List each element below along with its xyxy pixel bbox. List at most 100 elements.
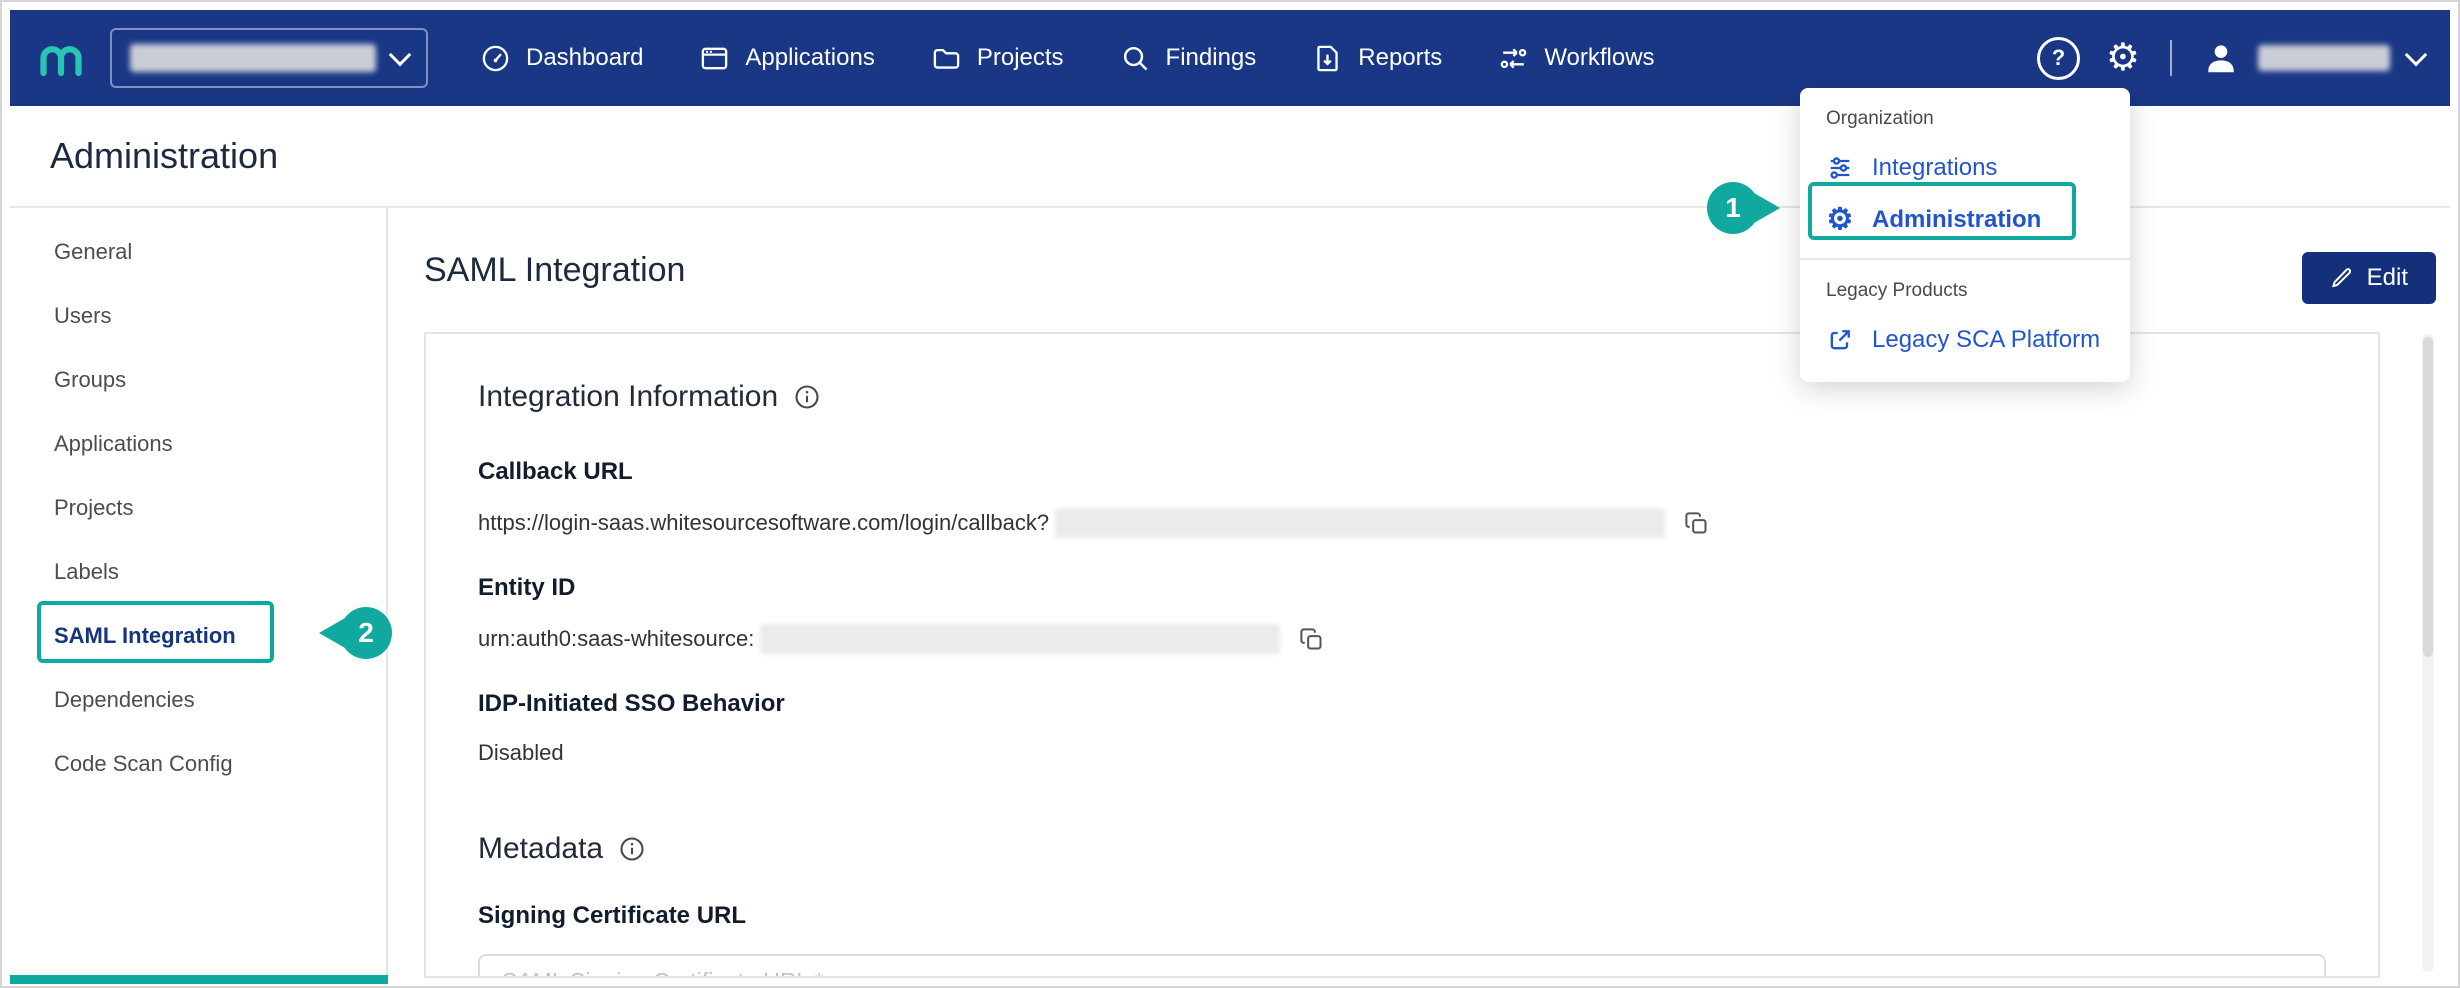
sidebar-item-label: Dependencies <box>54 687 195 713</box>
chevron-down-icon <box>2405 43 2428 66</box>
nav-item-label: Findings <box>1166 44 1257 72</box>
pencil-icon <box>2330 266 2354 290</box>
entity-id-label: Entity ID <box>478 574 2326 602</box>
nav-item-label: Reports <box>1358 44 1442 72</box>
integration-information-heading-row: Integration Information <box>478 380 2326 414</box>
signing-certificate-url-input[interactable] <box>478 954 2326 978</box>
nav-item-findings[interactable]: Findings <box>1120 43 1257 74</box>
scrollbar-thumb[interactable] <box>2423 337 2433 657</box>
help-icon[interactable]: ? <box>2037 37 2080 80</box>
help-glyph: ? <box>2052 45 2065 71</box>
nav-divider <box>2170 40 2172 76</box>
idp-sso-behavior-value: Disabled <box>478 740 564 766</box>
sidebar-item-code-scan-config[interactable]: Code Scan Config <box>10 732 386 796</box>
gear-icon: ⚙ <box>1826 205 1854 235</box>
copy-icon <box>1298 626 1325 653</box>
saml-settings-card: Integration Information Callback URL htt… <box>424 332 2380 978</box>
menu-section-organization: Organization <box>1800 88 2130 142</box>
menu-item-legacy-sca-platform[interactable]: Legacy SCA Platform <box>1800 314 2130 366</box>
menu-item-integrations[interactable]: Integrations <box>1800 142 2130 194</box>
avatar-icon <box>2202 39 2240 77</box>
integration-information-heading: Integration Information <box>478 380 778 414</box>
sidebar-item-label: Groups <box>54 367 126 393</box>
nav-utilities: ? ⚙ <box>2037 37 2424 80</box>
mend-logo-icon <box>36 33 86 83</box>
menu-section-legacy-products: Legacy Products <box>1800 260 2130 314</box>
sidebar-item-applications[interactable]: Applications <box>10 412 386 476</box>
sidebar-item-projects[interactable]: Projects <box>10 476 386 540</box>
primary-nav: Dashboard Applications Projects <box>480 43 1655 74</box>
folder-icon <box>931 43 962 74</box>
sidebar-item-dependencies[interactable]: Dependencies <box>10 668 386 732</box>
nav-item-label: Applications <box>745 44 874 72</box>
dashboard-icon <box>480 43 511 74</box>
annotation-step-badge-1: 1 <box>1707 182 1759 234</box>
report-document-icon <box>1312 43 1343 74</box>
redacted-entity-id-suffix <box>760 624 1280 654</box>
nav-item-applications[interactable]: Applications <box>699 43 874 74</box>
callback-url-label: Callback URL <box>478 458 2326 486</box>
sidebar-item-general[interactable]: General <box>10 220 386 284</box>
sidebar-item-labels[interactable]: Labels <box>10 540 386 604</box>
vertical-scrollbar <box>2422 334 2434 972</box>
edit-button[interactable]: Edit <box>2302 252 2436 304</box>
callback-url-value: https://login-saas.whitesourcesoftware.c… <box>478 510 1049 536</box>
info-icon[interactable] <box>618 835 646 863</box>
page-title: Administration <box>50 135 278 177</box>
edit-button-label: Edit <box>2367 264 2408 292</box>
idp-sso-behavior-row: Disabled <box>478 740 2326 766</box>
settings-gear-icon[interactable]: ⚙ <box>2106 39 2140 77</box>
chevron-down-icon <box>389 43 412 66</box>
nav-item-label: Workflows <box>1544 44 1654 72</box>
callback-url-row: https://login-saas.whitesourcesoftware.c… <box>478 508 2326 538</box>
app-window: Dashboard Applications Projects <box>10 10 2450 978</box>
nav-item-dashboard[interactable]: Dashboard <box>480 43 643 74</box>
applications-icon <box>699 43 730 74</box>
sidebar-item-label: Applications <box>54 431 173 457</box>
screenshot-frame: Dashboard Applications Projects <box>0 0 2460 988</box>
menu-item-administration[interactable]: ⚙ Administration <box>1800 194 2130 246</box>
info-icon[interactable] <box>793 383 821 411</box>
redacted-org-name <box>130 44 376 72</box>
sidebar-bottom-accent-bar <box>10 975 388 984</box>
sidebar-item-label: Labels <box>54 559 119 585</box>
annotation-step-number: 2 <box>358 617 374 649</box>
nav-item-reports[interactable]: Reports <box>1312 43 1442 74</box>
sliders-icon <box>1826 154 1854 182</box>
copy-icon <box>1683 510 1710 537</box>
gear-glyph: ⚙ <box>2106 37 2140 79</box>
section-page-title: SAML Integration <box>424 251 685 290</box>
menu-item-label: Administration <box>1872 206 2041 234</box>
settings-dropdown-menu: Organization Integrations ⚙ Administrati… <box>1800 88 2130 382</box>
copy-entity-id-button[interactable] <box>1298 626 1325 653</box>
sidebar-item-label: General <box>54 239 132 265</box>
mend-logo[interactable] <box>36 33 86 83</box>
nav-item-label: Dashboard <box>526 44 643 72</box>
annotation-step-badge-2: 2 <box>340 607 392 659</box>
sidebar-item-groups[interactable]: Groups <box>10 348 386 412</box>
sidebar-item-label: Users <box>54 303 111 329</box>
menu-item-label: Integrations <box>1872 154 1997 182</box>
entity-id-row: urn:auth0:saas-whitesource: <box>478 624 2326 654</box>
redacted-callback-url-suffix <box>1055 508 1665 538</box>
search-icon <box>1120 43 1151 74</box>
admin-sidebar: General Users Groups Applications Projec… <box>10 208 388 978</box>
signing-certificate-url-label: Signing Certificate URL <box>478 902 2326 930</box>
user-menu[interactable] <box>2202 39 2424 77</box>
main-content: SAML Integration Edit Integration Inform… <box>388 208 2450 978</box>
metadata-heading-row: Metadata <box>478 832 2326 866</box>
sidebar-item-label: Projects <box>54 495 133 521</box>
sidebar-item-label: Code Scan Config <box>54 751 233 777</box>
workflows-icon <box>1498 43 1529 74</box>
copy-callback-url-button[interactable] <box>1683 510 1710 537</box>
nav-item-workflows[interactable]: Workflows <box>1498 43 1654 74</box>
org-selector-dropdown[interactable] <box>110 28 428 88</box>
annotation-step-number: 1 <box>1725 192 1741 224</box>
sidebar-item-users[interactable]: Users <box>10 284 386 348</box>
nav-item-label: Projects <box>977 44 1064 72</box>
sidebar-item-label: SAML Integration <box>54 623 236 649</box>
idp-sso-behavior-label: IDP-Initiated SSO Behavior <box>478 690 2326 718</box>
menu-item-label: Legacy SCA Platform <box>1872 326 2100 354</box>
nav-item-projects[interactable]: Projects <box>931 43 1064 74</box>
metadata-heading: Metadata <box>478 832 603 866</box>
